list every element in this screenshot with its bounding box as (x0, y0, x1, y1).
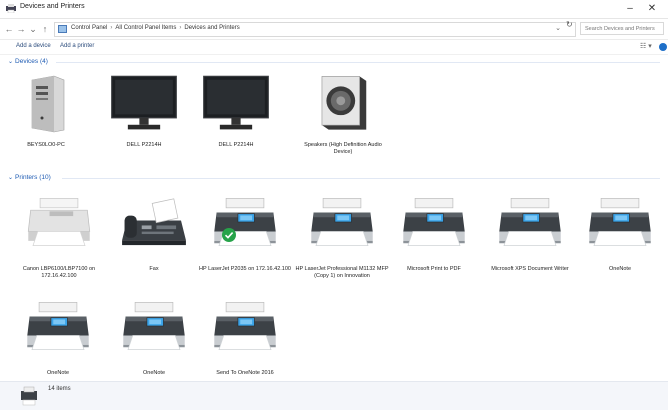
breadcrumb-separator-icon[interactable]: › (110, 25, 112, 31)
breadcrumb-devices-printers[interactable]: Devices and Printers (184, 25, 239, 31)
device-label: Speakers (High Definition Audio Device) (304, 142, 382, 155)
printer-icon (494, 196, 566, 248)
printer-item[interactable]: HP LaserJet P2035 on 172.16.42.100 (198, 196, 292, 273)
speaker-icon (315, 72, 371, 134)
printer-icon (209, 196, 281, 248)
breadcrumb-all-items[interactable]: All Control Panel Items (115, 25, 176, 31)
breadcrumb-separator-icon[interactable]: › (179, 25, 181, 31)
printers-section-label: Printers (10) (15, 174, 51, 181)
monitor-icon (201, 74, 271, 134)
help-icon[interactable] (659, 43, 667, 51)
breadcrumb[interactable]: Control Panel › All Control Panel Items › De… (54, 22, 576, 37)
recent-locations-icon[interactable]: ⌄ (28, 23, 38, 35)
printer-icon (584, 196, 656, 248)
default-printer-check-icon (222, 228, 236, 242)
printer-label: Microsoft XPS Document Writer (491, 266, 569, 272)
up-icon[interactable]: ↑ (40, 23, 50, 35)
device-item[interactable]: Speakers (High Definition Audio Device) (296, 68, 390, 156)
printer-label: HP LaserJet Professional M1132 MFP (Copy… (295, 266, 389, 279)
device-label: BEYS0LO0-PC (27, 142, 65, 148)
device-item[interactable]: BEYS0LO0-PC (10, 68, 82, 149)
minimize-button[interactable]: – (622, 2, 638, 16)
printer-item[interactable]: Canon LBP6100/LBP7100 on 172.16.42.100 (14, 196, 104, 280)
add-printer-button[interactable]: Add a printer (60, 43, 94, 49)
command-bar: Add a device Add a printer ☷ ▾ (0, 40, 668, 55)
device-label: DELL P2214H (126, 142, 162, 148)
printer-item[interactable]: Fax (110, 196, 198, 273)
forward-icon[interactable]: → (16, 23, 26, 35)
desktop-tower-icon (24, 74, 68, 134)
back-icon[interactable]: ← (4, 23, 14, 35)
device-item[interactable]: DELL P2214H (196, 68, 276, 149)
printer-icon (22, 300, 94, 352)
address-bar: ← → ⌄ ↑ Control Panel › All Control Panel … (0, 19, 668, 40)
collapse-chevron-icon[interactable]: ⌄ (8, 59, 13, 65)
printer-icon (23, 196, 95, 248)
printer-item[interactable]: HP LaserJet Professional M1132 MFP (Copy… (292, 196, 392, 280)
collapse-chevron-icon[interactable]: ⌄ (8, 175, 13, 181)
devices-section-divider (56, 62, 660, 63)
status-bar: 14 items (0, 381, 668, 410)
monitor-icon (109, 74, 179, 134)
address-dropdown-icon[interactable]: ⌄ (555, 24, 561, 32)
devices-printers-icon (6, 4, 16, 13)
refresh-icon[interactable]: ↻ (566, 20, 573, 29)
printer-icon (306, 196, 378, 248)
printer-icon (209, 300, 281, 352)
window-title: Devices and Printers (20, 3, 85, 10)
device-label: DELL P2214H (218, 142, 254, 148)
search-input[interactable]: Search Devices and Printers (580, 22, 664, 35)
printer-label: Send To OneNote 2016 (216, 370, 274, 376)
item-count: 14 items (48, 386, 71, 392)
printer-label: HP LaserJet P2035 on 172.16.42.100 (199, 266, 291, 272)
printer-label: OneNote (142, 370, 165, 376)
printer-label: OneNote (608, 266, 631, 272)
printer-label: OneNote (46, 370, 69, 376)
printer-item[interactable]: Microsoft Print to PDF (392, 196, 476, 273)
printer-item[interactable]: Send To OneNote 2016 (198, 300, 292, 377)
printer-label: Canon LBP6100/LBP7100 on 172.16.42.100 (22, 266, 96, 279)
printer-label: Microsoft Print to PDF (407, 266, 461, 272)
printers-section-divider (62, 178, 660, 179)
devices-section-label: Devices (4) (15, 58, 48, 65)
view-options-icon[interactable]: ☷ ▾ (640, 42, 652, 50)
breadcrumb-control-panel[interactable]: Control Panel (71, 25, 107, 31)
title-bar: Devices and Printers – ✕ (0, 0, 668, 19)
printer-icon (398, 196, 470, 248)
printer-item[interactable]: OneNote (110, 300, 198, 377)
printer-icon (118, 300, 190, 352)
control-panel-icon (58, 25, 67, 33)
close-button[interactable]: ✕ (644, 2, 660, 16)
add-device-button[interactable]: Add a device (16, 43, 51, 49)
devices-status-icon (21, 386, 37, 406)
printer-item[interactable]: OneNote (580, 196, 660, 273)
fax-icon (116, 196, 192, 250)
device-item[interactable]: DELL P2214H (104, 68, 184, 149)
printer-item[interactable]: OneNote (14, 300, 102, 377)
printers-section-header[interactable]: ⌄ Printers (10) (8, 174, 51, 181)
printer-item[interactable]: Microsoft XPS Document Writer (480, 196, 580, 273)
printer-label: Fax (149, 266, 159, 272)
devices-section-header[interactable]: ⌄ Devices (4) (8, 58, 48, 65)
